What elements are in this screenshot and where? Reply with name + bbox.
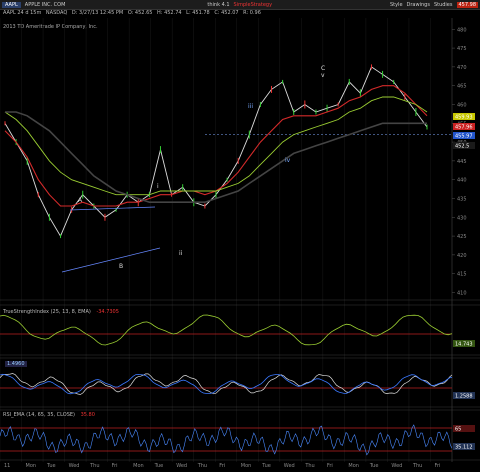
time-axis-label: Wed	[68, 463, 80, 469]
wave-label: iv	[285, 157, 291, 164]
price-tick-label: 410	[457, 290, 467, 296]
sma-slow-line	[5, 111, 427, 203]
time-axis-label: Mon	[240, 463, 252, 469]
chart-grid	[0, 18, 480, 462]
price-badge: 452.5	[455, 144, 469, 150]
time-axis-label: Tue	[154, 463, 164, 469]
time-axis-label: Fri	[326, 463, 333, 469]
time-axis-label: Mon	[348, 463, 359, 469]
time-axis-label: Mon	[133, 463, 144, 469]
rsi-line	[0, 424, 453, 456]
time-axis-label: Thu	[197, 463, 208, 469]
time-axis-label: 11	[4, 463, 11, 469]
indicator-panes	[0, 314, 453, 456]
tsi-line	[0, 314, 453, 346]
pane-badge: 1.2588	[455, 394, 473, 400]
pane-badge: 14.743	[455, 342, 473, 348]
time-axis-label: Thu	[90, 463, 100, 469]
trendline-upper	[69, 206, 156, 211]
time-axis-label: Fri	[219, 463, 226, 469]
price-tick-label: 430	[457, 215, 467, 221]
wave-label: i	[157, 183, 159, 190]
price-series	[4, 64, 452, 239]
time-axis-label: Thu	[412, 463, 423, 469]
price-tick-label: 440	[457, 178, 467, 184]
price-tick-label: 470	[457, 65, 467, 71]
price-tick-label: 480	[457, 27, 467, 33]
time-axis-label: Thu	[305, 463, 315, 469]
price-tick-label: 415	[457, 272, 467, 278]
time-axis-label: Tue	[47, 463, 56, 469]
tsi-label: TrueStrengthIndex (25, 13, 8, EMA) -34.7…	[3, 309, 119, 315]
wave-label: iii	[248, 103, 253, 110]
macd-label: 1.4960	[5, 361, 27, 367]
rsi-label: RSI_EMA (14, 65, 35, CLOSE) 35.80	[3, 412, 95, 418]
price-chart[interactable]: 4804754704654604554504454404354304254204…	[0, 0, 480, 472]
price-badge: 459.93	[455, 115, 473, 121]
time-axis-label: Wed	[391, 463, 403, 469]
macd-signal-line	[0, 373, 453, 395]
ema-mid-line	[4, 96, 428, 196]
time-axis-label: Fri	[111, 463, 118, 469]
time-axis-label: Fri	[434, 463, 441, 469]
price-tick-label: 435	[457, 196, 467, 202]
wave-label: C	[321, 65, 325, 72]
price-line	[4, 66, 428, 238]
wave-label: B	[119, 263, 123, 270]
wave-label: ii	[179, 250, 183, 257]
time-axis-label: Tue	[369, 463, 379, 469]
price-tick-label: 425	[457, 234, 467, 240]
pane-badge: 65	[455, 427, 461, 433]
price-tick-label: 445	[457, 159, 467, 165]
price-tick-label: 420	[457, 253, 467, 259]
price-tick-label: 475	[457, 46, 467, 52]
price-badge: 455.97	[455, 134, 473, 140]
time-axis-label: Mon	[25, 463, 37, 469]
ema-fast-line	[4, 85, 428, 207]
wave-label: v	[321, 72, 325, 79]
trendline-lower	[61, 247, 161, 273]
price-tick-label: 465	[457, 84, 467, 90]
price-badge: 457.96	[455, 125, 473, 131]
time-axis-label: Tue	[262, 463, 271, 469]
price-axis: 4804754704654604554504454404354304254204…	[452, 27, 467, 296]
pane-badge: 35.112	[455, 445, 473, 451]
price-tick-label: 460	[457, 102, 467, 108]
time-axis-label: Wed	[283, 463, 295, 469]
time-axis-label: Wed	[176, 463, 188, 469]
macd-line	[0, 373, 453, 395]
